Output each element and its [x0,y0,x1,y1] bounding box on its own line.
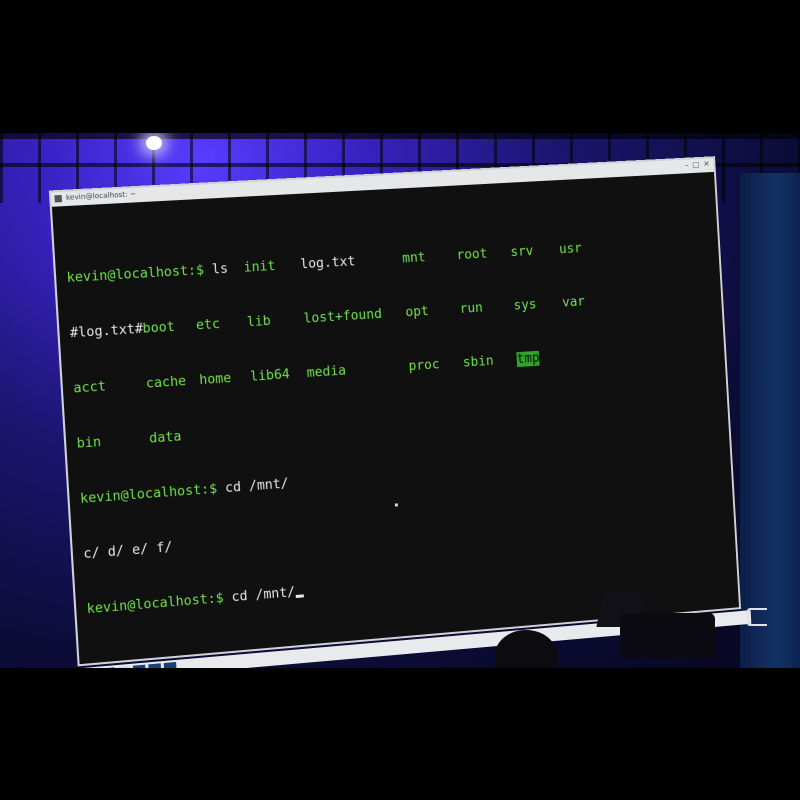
command-line: kevin@localhost:$ cd /mnt/ [80,444,722,510]
mouse-pointer [394,503,398,507]
list-item: boot [142,319,176,337]
list-item: etc [195,316,221,334]
list-item: media [306,363,347,382]
list-item: srv [510,243,534,261]
letterbox-bottom [0,668,800,800]
prompt: kevin@localhost:$ [79,481,218,508]
list-item: lib [246,313,272,331]
list-item-highlighted: tmp [516,350,541,368]
list-item: data [148,429,182,447]
engadget-logo-icon [747,608,769,630]
list-item: var [561,294,586,311]
list-item: lib64 [249,367,291,385]
list-item: acct [72,379,107,397]
list-item: root [456,246,488,264]
list-item: sys [513,297,537,314]
list-item: usr [558,241,583,258]
ls-row-1: kevin@localhost:$ ls init log.txt mnt ro… [66,233,709,288]
list-item: log.txt [299,254,356,273]
list-item: mnt [401,250,426,267]
list-item: run [459,300,484,317]
text-cursor [295,594,304,599]
command-input[interactable]: cd /mnt/ [223,585,295,606]
video-camera-icon [596,593,720,668]
window-title: kevin@localhost: ~ [65,190,137,202]
list-item: bin [76,434,102,452]
letterbox-top [0,0,800,133]
terminal-output[interactable]: kevin@localhost:$ ls init log.txt mnt ro… [52,172,739,665]
command-text: ls [203,261,229,279]
prompt: kevin@localhost:$ [86,590,225,618]
completion-output: c/ d/ e/ f/ [82,539,173,563]
prompt: kevin@localhost:$ [66,262,205,287]
close-button[interactable]: ✕ [703,159,710,168]
window-controls: – □ ✕ [685,159,710,169]
list-item: #log.txt# [69,321,144,342]
minimize-button[interactable]: – [685,160,689,169]
ls-row-2: #log.txt# boot etc lib lost+found opt ru… [70,286,713,344]
list-item: home [198,370,232,389]
camera-body [620,613,715,658]
list-item: cache [145,373,187,392]
ls-row-3: acct cache home lib64 media proc sbin tm… [73,338,715,398]
terminal-window[interactable]: kevin@localhost: ~ – □ ✕ kevin@localhost… [48,156,742,667]
maximize-button[interactable]: □ [692,160,700,169]
list-item: init [243,258,276,276]
terminal-icon [54,194,63,203]
list-item: sbin [462,353,495,371]
photo-scene: kevin@localhost: ~ – □ ✕ kevin@localhost… [0,133,800,668]
stage-light-icon [146,136,162,150]
command-text: cd /mnt/ [216,476,290,497]
brand-mark [747,608,767,626]
list-item: opt [405,303,430,321]
list-item: lost+found [303,306,383,327]
projection-screen: kevin@localhost: ~ – □ ✕ kevin@localhost… [17,155,761,668]
ls-row-4: bin data [76,391,718,454]
list-item: proc [408,357,441,375]
